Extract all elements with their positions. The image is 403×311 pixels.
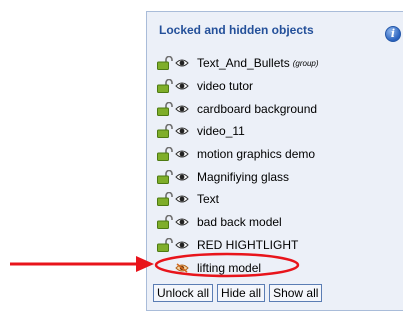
object-label[interactable]: bad back model	[197, 215, 282, 229]
red-arrow-annotation	[10, 256, 154, 272]
object-label[interactable]: video_11	[197, 124, 245, 138]
info-icon[interactable]: i	[385, 26, 401, 42]
panel-title: Locked and hidden objects	[159, 23, 314, 37]
unlock-all-button[interactable]: Unlock all	[153, 284, 214, 302]
unlock-icon[interactable]	[157, 124, 173, 139]
list-item: Text	[157, 188, 397, 211]
object-label[interactable]: Magnifiying glass	[197, 170, 289, 184]
list-item: bad back model	[157, 211, 397, 234]
object-label[interactable]: cardboard background	[197, 102, 317, 116]
object-label[interactable]: Text_And_Bullets	[197, 56, 290, 70]
eye-icon[interactable]	[175, 104, 189, 114]
unlock-icon[interactable]	[157, 237, 173, 252]
unlock-icon[interactable]	[157, 79, 173, 94]
object-label[interactable]: RED HIGHTLIGHT	[197, 238, 298, 252]
eye-icon[interactable]	[175, 81, 189, 91]
unlock-icon[interactable]	[157, 169, 173, 184]
unlock-icon[interactable]	[157, 215, 173, 230]
object-label[interactable]: motion graphics demo	[197, 147, 315, 161]
eye-icon[interactable]	[175, 217, 189, 227]
show-all-button[interactable]: Show all	[269, 284, 323, 302]
list-item: Magnifiying glass	[157, 165, 397, 188]
object-label[interactable]: video tutor	[197, 79, 253, 93]
object-tag: (group)	[292, 58, 319, 68]
unlock-icon[interactable]	[157, 56, 173, 71]
object-list: Text_And_Bullets (group) video tutor car…	[157, 52, 397, 279]
eye-icon[interactable]	[175, 240, 189, 250]
object-label[interactable]: Text	[197, 192, 219, 206]
list-item: video tutor	[157, 75, 397, 98]
list-item: motion graphics demo	[157, 143, 397, 166]
hide-all-button[interactable]: Hide all	[217, 284, 266, 302]
unlock-icon[interactable]	[157, 192, 173, 207]
list-item: cardboard background	[157, 97, 397, 120]
eye-icon[interactable]	[175, 149, 189, 159]
button-row: Unlock all Hide all Show all	[153, 284, 323, 302]
eye-icon[interactable]	[175, 126, 189, 136]
red-highlight-ellipse	[154, 252, 300, 278]
unlock-icon[interactable]	[157, 147, 173, 162]
eye-icon[interactable]	[175, 172, 189, 182]
unlock-icon[interactable]	[157, 101, 173, 116]
list-item: Text_And_Bullets (group)	[157, 52, 397, 75]
eye-icon[interactable]	[175, 58, 189, 68]
list-item: video_11	[157, 120, 397, 143]
eye-icon[interactable]	[175, 194, 189, 204]
